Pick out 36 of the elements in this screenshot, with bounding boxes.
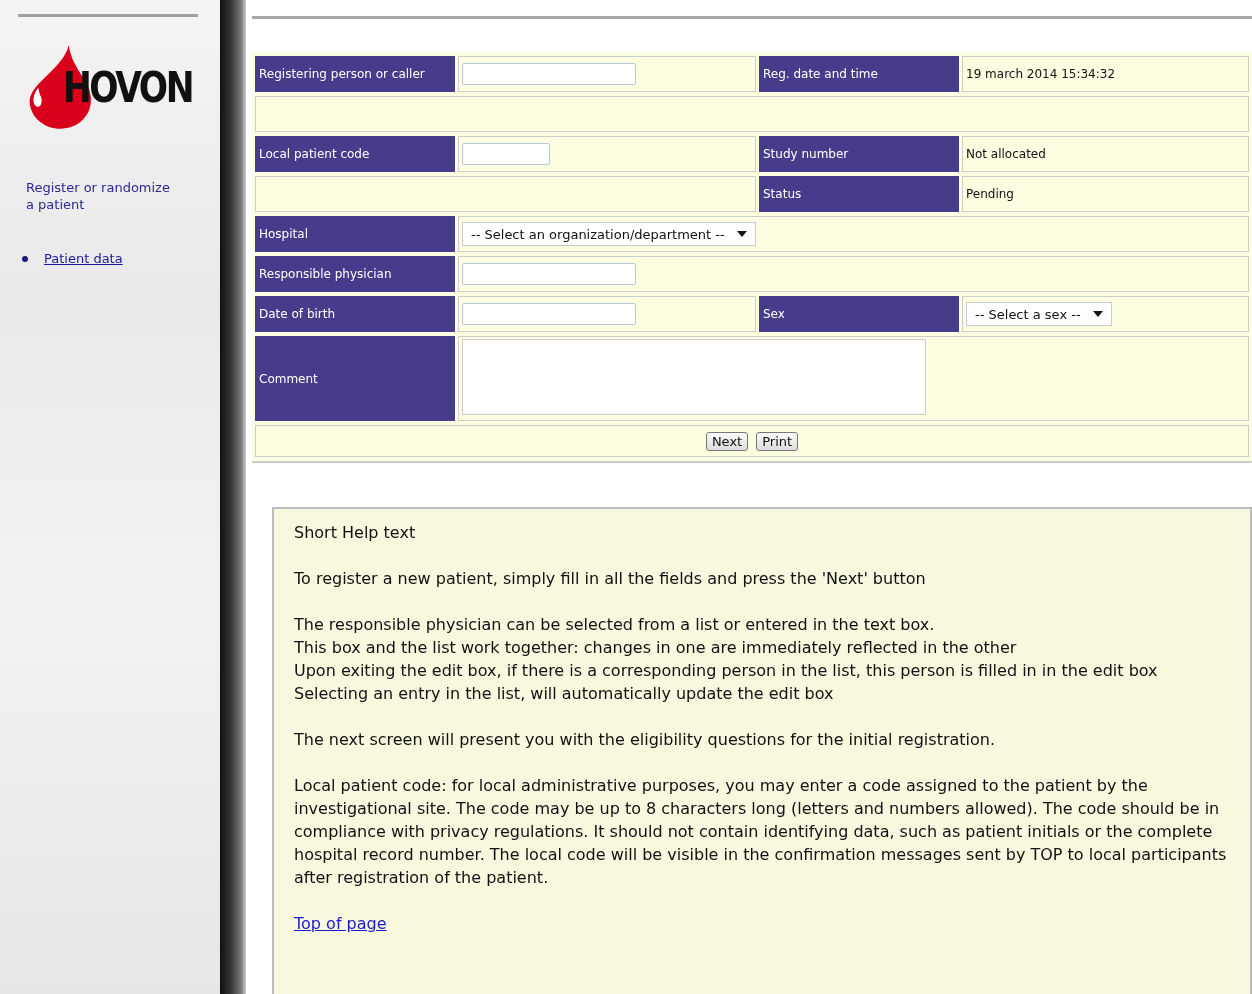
field-value: Pending [966,187,1014,201]
input-field[interactable] [462,303,636,325]
comment-field[interactable] [462,339,926,415]
help-text: Upon exiting the edit box, if there is a corresponding person in the list, this person is filled in in the edit box [294,660,1159,682]
field-label: Hospital [259,227,308,241]
field-label: Status [763,187,802,201]
bullet-icon [22,255,28,262]
field-value: 19 march 2014 15:34:32 [966,67,1116,81]
field-label: Sex [763,307,785,321]
sidebar-heading: Register or randomize a patient [26,179,171,213]
help-text: The responsible physician can be selected from a list or entered in the text box. [294,614,936,636]
field-label: Reg. date and time [763,67,878,81]
input-field[interactable] [462,263,636,285]
top-of-page-link[interactable]: Top of page [294,912,387,935]
help-text: Local patient code: for local administrative purposes, you may enter a code assigned to the patient by the investigational site. The code may be up to 8 characters long (letters and numbers allowed). The code should be in compliance with privacy regulations. It should not contain identifying data, such as patient initials or the complete hospital record number. The local code will be visible in the confirmation messages sent by TOP to local participants after registration of the patient. [294,775,1228,889]
form-button[interactable]: Print [756,431,799,451]
field-label: Study number [763,147,849,161]
help-title: Short Help text [294,522,417,544]
sidebar-link[interactable]: Patient data [44,251,123,266]
field-label: Comment [259,371,318,386]
field-value: Not allocated [966,147,1046,161]
field-label: Responsible physician [259,267,392,281]
hospital-dropdown[interactable]: -- Select an organization/department -- [462,222,756,246]
help-text: To register a new patient, simply fill in all the fields and press the 'Next' button [294,568,927,590]
field-label: Local patient code [259,147,370,161]
form-button[interactable]: Next [705,431,749,451]
help-text: Selecting an entry in the list, will automatically update the edit box [294,683,835,705]
help-text: The next screen will present you with the eligibility questions for the initial registration. [294,729,997,751]
caret-icon [1092,311,1103,317]
caret-icon [736,231,747,237]
input-field[interactable] [462,143,550,165]
field-label: Registering person or caller [259,67,425,81]
sex-dropdown[interactable]: -- Select a sex -- [966,302,1112,326]
help-text: This box and the list work together: changes in one are immediately reflected in the other [294,637,1018,659]
field-label: Date of birth [259,307,336,321]
input-field[interactable] [462,63,636,85]
